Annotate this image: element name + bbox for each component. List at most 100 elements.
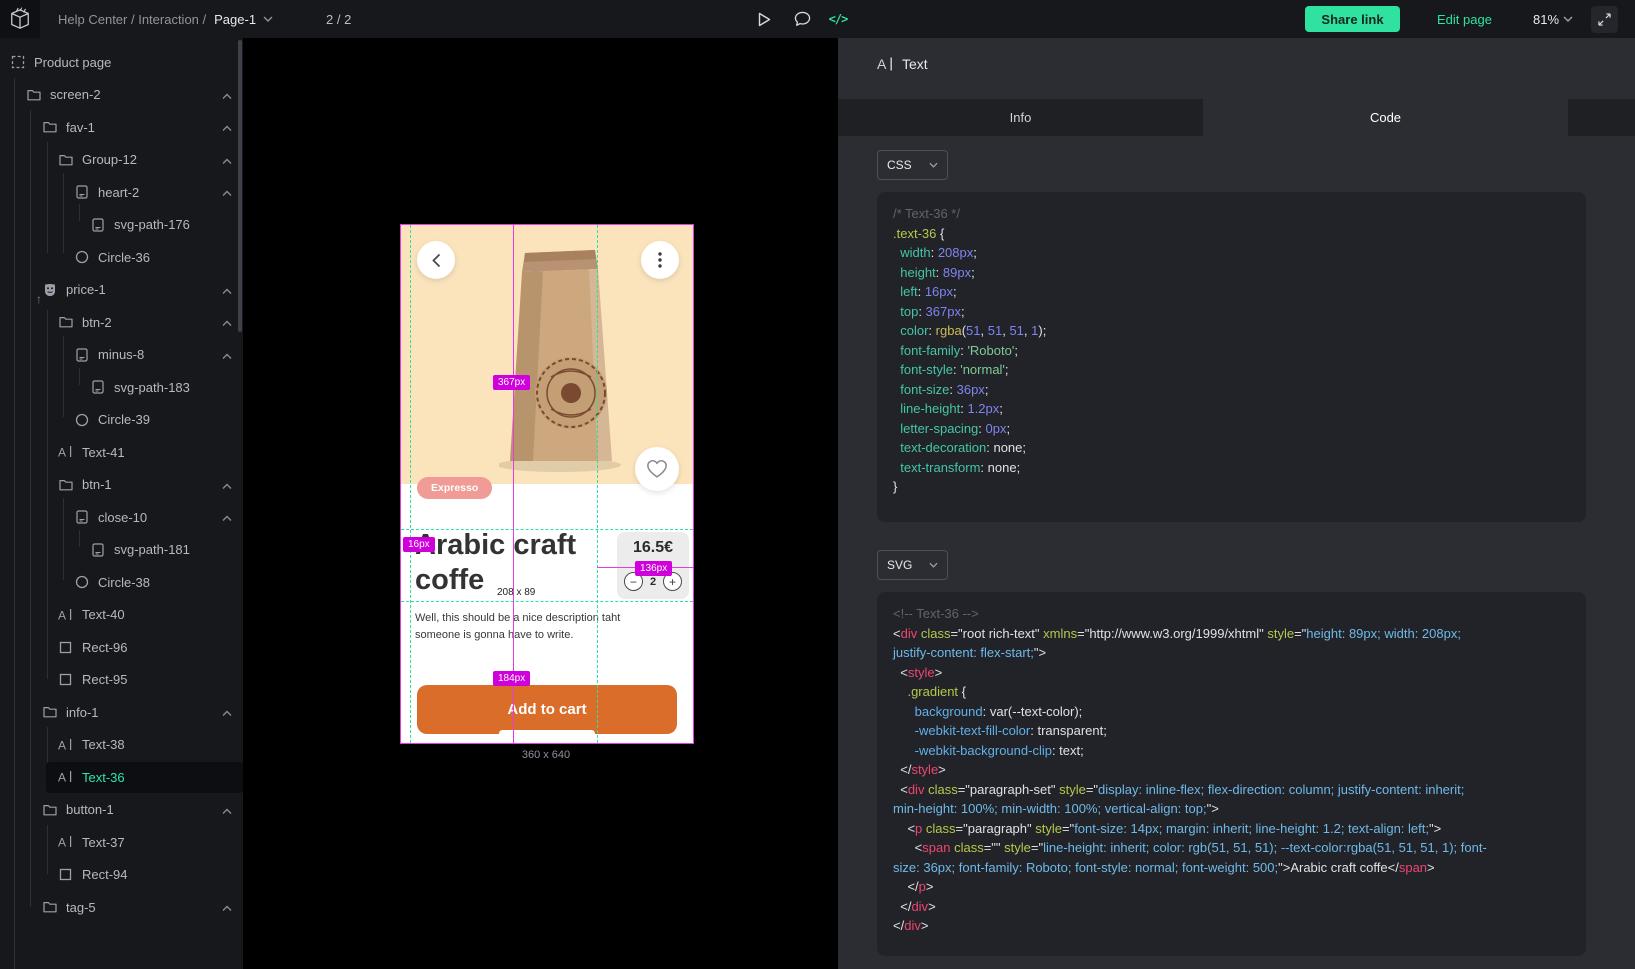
code-line: <!-- Text-36 --> — [893, 604, 1570, 624]
svg-text:A: A — [58, 771, 66, 785]
file-icon — [90, 542, 105, 557]
chevron-up-icon[interactable] — [222, 120, 232, 135]
tree-item-group-12[interactable]: Group-12 — [0, 144, 243, 177]
favorite-button[interactable] — [635, 447, 679, 491]
tree-item-text-37[interactable]: AText-37 — [0, 826, 243, 859]
tree-item-screen-2[interactable]: screen-2 — [0, 79, 243, 112]
frame-icon — [10, 55, 25, 70]
tree-item-svg-path-183[interactable]: svg-path-183 — [0, 371, 243, 404]
quantity-value: 2 — [650, 576, 656, 588]
css-dropdown-value: CSS — [887, 158, 912, 172]
layer-label: heart-2 — [98, 185, 139, 200]
chevron-up-icon[interactable] — [222, 152, 232, 167]
chevron-up-icon[interactable] — [222, 705, 232, 720]
tree-item-circle-38[interactable]: Circle-38 — [0, 566, 243, 599]
layer-label: Rect-95 — [82, 672, 128, 687]
code-line: text-decoration: none; — [893, 438, 1570, 458]
edit-page-link[interactable]: Edit page — [1437, 0, 1492, 38]
chevron-up-icon[interactable] — [222, 315, 232, 330]
tab-info[interactable]: Info — [838, 99, 1203, 136]
comment-button[interactable] — [790, 7, 814, 31]
tree-item-text-36[interactable]: AText-36 — [0, 761, 243, 794]
product-description[interactable]: Well, this should be a nice description … — [415, 610, 647, 643]
app-logo[interactable] — [0, 0, 40, 38]
layer-label: button-1 — [66, 802, 114, 817]
tree-item-minus-8[interactable]: minus-8 — [0, 339, 243, 372]
layer-label: Group-12 — [82, 152, 137, 167]
svg-dropdown-value: SVG — [887, 558, 912, 572]
tree-item-info-1[interactable]: info-1 — [0, 696, 243, 729]
svg-text:A: A — [58, 446, 66, 460]
folder-icon — [42, 900, 57, 915]
tree-item-btn-2[interactable]: btn-2 — [0, 306, 243, 339]
tree-item-circle-36[interactable]: Circle-36 — [0, 241, 243, 274]
chevron-down-icon[interactable] — [263, 16, 273, 22]
layer-label: Text-37 — [82, 835, 125, 850]
tree-item-circle-39[interactable]: Circle-39 — [0, 404, 243, 437]
price-value: 16.5€ — [617, 539, 689, 557]
chevron-up-icon[interactable] — [222, 477, 232, 492]
layer-label: Rect-96 — [82, 640, 128, 655]
svg-code-block[interactable]: <!-- Text-36 --><div class="root rich-te… — [877, 592, 1586, 956]
chevron-up-icon[interactable] — [222, 87, 232, 102]
code-line: top: 367px; — [893, 302, 1570, 322]
tree-item-svg-path-181[interactable]: svg-path-181 — [0, 534, 243, 567]
chevron-up-icon[interactable] — [222, 510, 232, 525]
breadcrumb[interactable]: Help Center / Interaction / Page-1 — [58, 0, 273, 38]
file-icon — [74, 347, 89, 362]
canvas[interactable]: Expresso Arabic craft coffe Well, this s… — [243, 38, 838, 969]
chevron-up-icon[interactable] — [222, 185, 232, 200]
back-button[interactable] — [417, 241, 455, 279]
add-to-cart-button[interactable]: Add to cart — [417, 685, 677, 734]
chevron-up-icon[interactable] — [222, 900, 232, 915]
layer-label: minus-8 — [98, 347, 144, 362]
chevron-left-icon — [432, 253, 441, 268]
tree-item-svg-path-176[interactable]: svg-path-176 — [0, 209, 243, 242]
layer-label: btn-1 — [82, 477, 112, 492]
tree-item-rect-96[interactable]: Rect-96 — [0, 631, 243, 664]
breadcrumb-current-page[interactable]: Page-1 — [214, 12, 256, 27]
layer-label: fav-1 — [66, 120, 95, 135]
svg-format-dropdown[interactable]: SVG — [877, 550, 948, 580]
tree-item-text-41[interactable]: AText-41 — [0, 436, 243, 469]
tree-item-rect-95[interactable]: Rect-95 — [0, 664, 243, 697]
tree-item-button-1[interactable]: button-1 — [0, 794, 243, 827]
screen-frame[interactable]: Expresso Arabic craft coffe Well, this s… — [400, 224, 694, 744]
play-icon — [758, 12, 771, 27]
tree-item-close-10[interactable]: close-10 — [0, 501, 243, 534]
css-code-block[interactable]: /* Text-36 */.text-36 { width: 208px; he… — [877, 192, 1586, 522]
tree-item-text-38[interactable]: AText-38 — [0, 729, 243, 762]
folder-icon — [42, 802, 57, 817]
layer-label: Product page — [34, 55, 111, 70]
code-line: </p> — [893, 877, 1570, 897]
expand-icon — [1598, 13, 1611, 26]
tree-item-fav-1[interactable]: fav-1 — [0, 111, 243, 144]
tab-code[interactable]: Code — [1203, 99, 1568, 136]
layout-guide — [401, 529, 693, 530]
layer-label: Circle-38 — [98, 575, 150, 590]
css-format-dropdown[interactable]: CSS — [877, 150, 948, 180]
code-view-button[interactable]: </> — [826, 7, 850, 31]
tree-item-btn-1[interactable]: btn-1 — [0, 469, 243, 502]
code-icon: </> — [829, 12, 848, 26]
layer-label: svg-path-176 — [114, 217, 190, 232]
share-link-button[interactable]: Share link — [1305, 6, 1400, 32]
tree-item-tag-5[interactable]: tag-5 — [0, 891, 243, 924]
tree-item-heart-2[interactable]: heart-2 — [0, 176, 243, 209]
code-line: justify-content: flex-start;"> — [893, 643, 1570, 663]
tree-item-product page[interactable]: Product page — [0, 46, 243, 79]
play-button[interactable] — [752, 7, 776, 31]
tree-item-price-1[interactable]: price-1 — [0, 274, 243, 307]
product-tag[interactable]: Expresso — [417, 477, 492, 499]
fullscreen-button[interactable] — [1591, 6, 1618, 33]
code-line: letter-spacing: 0px; — [893, 419, 1570, 439]
tree-item-text-40[interactable]: AText-40 — [0, 599, 243, 632]
chevron-up-icon[interactable] — [222, 282, 232, 297]
chevron-up-icon[interactable] — [222, 347, 232, 362]
zoom-level-dropdown[interactable]: 81% — [1533, 0, 1573, 38]
tree-item-rect-94[interactable]: Rect-94 — [0, 859, 243, 892]
layout-guide — [597, 225, 598, 743]
chevron-up-icon[interactable] — [222, 802, 232, 817]
breadcrumb-path[interactable]: Help Center / Interaction / — [58, 12, 206, 27]
menu-button[interactable] — [641, 241, 679, 279]
